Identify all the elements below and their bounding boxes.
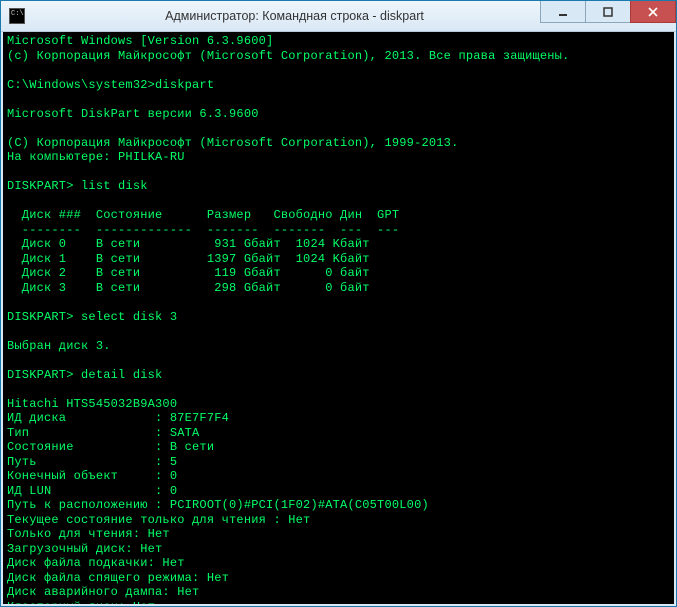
- line: Конечный объект : 0: [7, 469, 177, 483]
- minimize-button[interactable]: [540, 1, 586, 23]
- line: Путь : 5: [7, 455, 177, 469]
- maximize-icon: [603, 7, 613, 17]
- close-icon: [648, 7, 658, 17]
- line: C:\Windows\system32>diskpart: [7, 78, 214, 92]
- line: Тип : SATA: [7, 426, 199, 440]
- line: Диск аварийного дампа: Нет: [7, 585, 199, 599]
- line: (c) Корпорация Майкрософт (Microsoft Cor…: [7, 49, 570, 63]
- table-row: Диск 2 В сети 119 Gбайт 0 байт: [7, 266, 370, 280]
- line: ИД диска : 87E7F7F4: [7, 411, 229, 425]
- terminal-area[interactable]: Microsoft Windows [Version 6.3.9600] (c)…: [1, 32, 676, 606]
- table-row: Диск 0 В сети 931 Gбайт 1024 Kбайт: [7, 237, 370, 251]
- line: Выбран диск 3.: [7, 339, 111, 353]
- line: Диск файла спящего режима: Нет: [7, 571, 229, 585]
- prompt: DISKPART>: [7, 310, 74, 324]
- window-frame: Администратор: Командная строка - diskpa…: [0, 0, 677, 607]
- line: (C) Корпорация Майкрософт (Microsoft Cor…: [7, 136, 458, 150]
- window-controls: [541, 1, 676, 23]
- line: Диск файла подкачки: Нет: [7, 556, 185, 570]
- cmd: list disk: [81, 179, 148, 193]
- close-button[interactable]: [630, 1, 676, 23]
- prompt: DISKPART>: [7, 368, 74, 382]
- line: Путь к расположению : PCIROOT(0)#PCI(1F0…: [7, 498, 429, 512]
- line: ИД LUN : 0: [7, 484, 177, 498]
- line: Состояние : В сети: [7, 440, 214, 454]
- line: Только для чтения: Нет: [7, 527, 170, 541]
- table-divider: -------- ------------- ------- ------- -…: [7, 223, 399, 237]
- terminal-output: Microsoft Windows [Version 6.3.9600] (c)…: [3, 32, 674, 606]
- table-row: Диск 3 В сети 298 Gбайт 0 байт: [7, 281, 370, 295]
- maximize-button[interactable]: [585, 1, 631, 23]
- line: Кластерный диск: Нет: [7, 600, 155, 607]
- table-row: Диск 1 В сети 1397 Gбайт 1024 Kбайт: [7, 252, 370, 266]
- table-header: Диск ### Состояние Размер Свободно Дин G…: [7, 208, 399, 222]
- line: Microsoft Windows [Version 6.3.9600]: [7, 34, 273, 48]
- minimize-icon: [558, 7, 568, 17]
- line: Загрузочный диск: Нет: [7, 542, 162, 556]
- line: Текущее состояние только для чтения : Не…: [7, 513, 310, 527]
- titlebar[interactable]: Администратор: Командная строка - diskpa…: [1, 1, 676, 32]
- line: Microsoft DiskPart версии 6.3.9600: [7, 107, 259, 121]
- cmd-icon: [9, 8, 25, 24]
- cmd: detail disk: [81, 368, 162, 382]
- prompt: DISKPART>: [7, 179, 74, 193]
- line: Hitachi HTS545032B9A300: [7, 397, 177, 411]
- line: На компьютере: PHILKA-RU: [7, 150, 185, 164]
- cmd: select disk 3: [81, 310, 177, 324]
